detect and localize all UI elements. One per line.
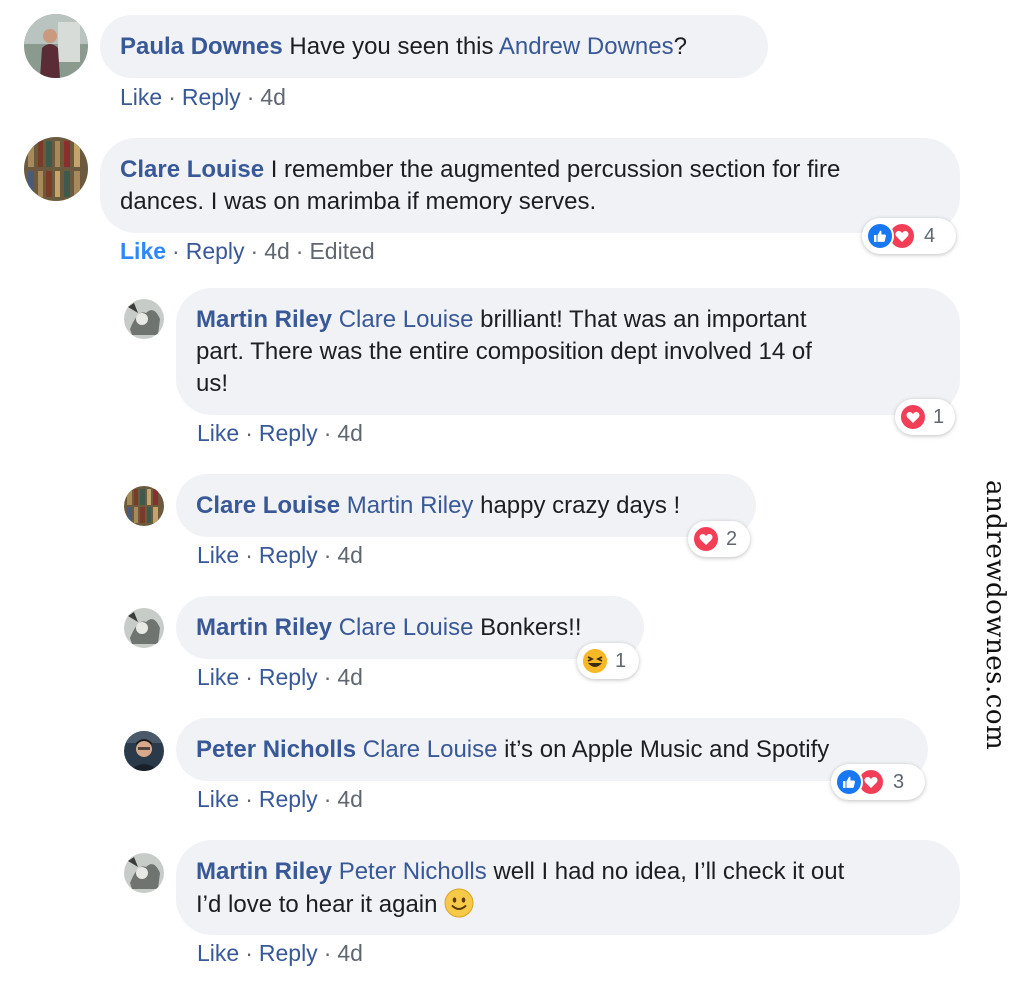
reply-button[interactable]: Reply: [182, 84, 241, 110]
mention-link[interactable]: Clare Louise: [339, 614, 474, 641]
reaction-summary[interactable]: 4: [862, 218, 956, 254]
comment-author[interactable]: Clare Louise: [196, 492, 340, 519]
reaction-count: 1: [615, 649, 627, 672]
avatar[interactable]: [124, 731, 164, 771]
comment-bubble: Clare Louise Martin Riley happy crazy da…: [176, 474, 756, 537]
like-icon: [866, 222, 894, 250]
comment-text: dances. I was on marimba if memory serve…: [120, 188, 597, 215]
comment-bubble: Martin Riley Clare Louise Bonkers!!: [176, 596, 644, 659]
reaction-count: 2: [726, 527, 738, 550]
reply-button[interactable]: Reply: [259, 940, 318, 966]
avatar[interactable]: [24, 137, 88, 201]
reaction-count: 3: [893, 770, 905, 793]
reply-button[interactable]: Reply: [186, 238, 245, 264]
comment-text: part. There was the entire composition d…: [196, 338, 812, 365]
comment-author[interactable]: Martin Riley: [196, 858, 332, 885]
comment-text: ?: [673, 33, 687, 60]
avatar[interactable]: [124, 299, 164, 339]
comment-text: happy crazy days !: [480, 492, 681, 519]
comment-bubble: Clare Louise I remember the augmented pe…: [100, 138, 960, 233]
comment-text: brilliant! That was an important: [480, 306, 807, 333]
timestamp[interactable]: 4d: [337, 542, 363, 568]
reply-button[interactable]: Reply: [259, 664, 318, 690]
reaction-count: 1: [933, 405, 945, 428]
avatar[interactable]: [24, 14, 88, 78]
comment-actions: Like · Reply · 4d: [197, 940, 363, 966]
comment-actions: Like · Reply · 4d: [197, 786, 363, 812]
comment-bubble: Martin Riley Peter Nicholls well I had n…: [176, 840, 960, 935]
comment-author[interactable]: Paula Downes: [120, 33, 283, 60]
timestamp[interactable]: 4d: [337, 420, 363, 446]
mention-link[interactable]: Martin Riley: [347, 492, 474, 519]
comment-actions: Like · Reply · 4d: [197, 664, 363, 690]
haha-icon: [581, 647, 609, 675]
comment-bubble: Peter Nicholls Clare Louise it’s on Appl…: [176, 718, 928, 781]
timestamp[interactable]: 4d: [264, 238, 290, 264]
comment-bubble: Paula Downes Have you seen this Andrew D…: [100, 15, 768, 78]
comment-author[interactable]: Martin Riley: [196, 306, 332, 333]
like-icon: [835, 768, 863, 796]
reaction-summary[interactable]: 2: [688, 521, 750, 557]
like-button[interactable]: Like: [197, 420, 239, 446]
like-button[interactable]: Like: [120, 238, 166, 264]
timestamp[interactable]: 4d: [337, 786, 363, 812]
reaction-summary[interactable]: 1: [895, 399, 955, 435]
reaction-summary[interactable]: 1: [577, 643, 639, 679]
comment-actions: Like · Reply · 4d: [120, 84, 286, 110]
mention-link[interactable]: Clare Louise: [363, 736, 498, 763]
timestamp[interactable]: 4d: [337, 940, 363, 966]
comment-text: well I had no idea, I’ll check it out: [493, 858, 845, 885]
edited-label[interactable]: Edited: [309, 238, 374, 264]
watermark: andrewdownes.com: [980, 480, 1010, 751]
comment-author[interactable]: Clare Louise: [120, 156, 264, 183]
avatar[interactable]: [124, 853, 164, 893]
comment-author[interactable]: Peter Nicholls: [196, 736, 356, 763]
avatar[interactable]: [124, 608, 164, 648]
comment-text: Bonkers!!: [480, 614, 582, 641]
comment-text: us!: [196, 370, 229, 397]
mention-link[interactable]: Peter Nicholls: [339, 858, 487, 885]
comment-actions: Like · Reply · 4d: [197, 420, 363, 446]
like-button[interactable]: Like: [197, 940, 239, 966]
comment-text: I’d love to hear it again: [196, 891, 438, 918]
timestamp[interactable]: 4d: [337, 664, 363, 690]
love-icon: [692, 525, 720, 553]
reply-button[interactable]: Reply: [259, 420, 318, 446]
comment-text: I remember the augmented percussion sect…: [270, 156, 841, 183]
avatar[interactable]: [124, 486, 164, 526]
slightly-smiling-face-icon: [444, 888, 474, 918]
reaction-count: 4: [924, 224, 936, 247]
comment-actions: Like · Reply · 4d: [197, 542, 363, 568]
like-button[interactable]: Like: [120, 84, 162, 110]
reaction-summary[interactable]: 3: [831, 764, 925, 800]
like-button[interactable]: Like: [197, 786, 239, 812]
love-icon: [899, 403, 927, 431]
reply-button[interactable]: Reply: [259, 542, 318, 568]
like-button[interactable]: Like: [197, 542, 239, 568]
timestamp[interactable]: 4d: [260, 84, 286, 110]
mention-link[interactable]: Clare Louise: [339, 306, 474, 333]
comment-actions: Like · Reply · 4d · Edited: [120, 238, 375, 264]
comment-text: it’s on Apple Music and Spotify: [504, 736, 830, 763]
comment-bubble: Martin Riley Clare Louise brilliant! Tha…: [176, 288, 960, 415]
mention-link[interactable]: Andrew Downes: [499, 33, 674, 60]
like-button[interactable]: Like: [197, 664, 239, 690]
comment-text: Have you seen this: [289, 33, 499, 60]
comment-author[interactable]: Martin Riley: [196, 614, 332, 641]
reply-button[interactable]: Reply: [259, 786, 318, 812]
